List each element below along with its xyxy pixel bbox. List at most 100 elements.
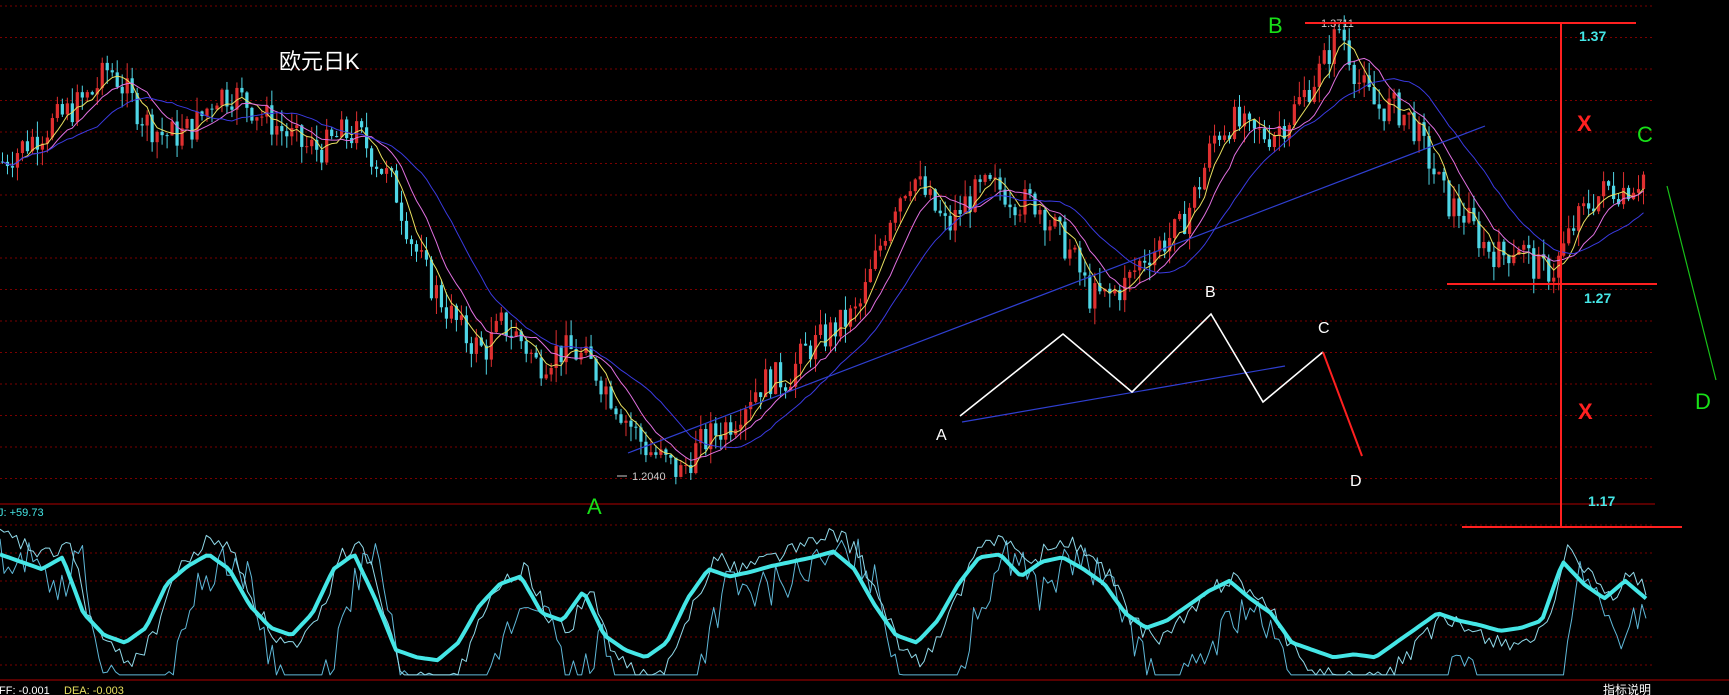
- candle-body: [379, 168, 384, 174]
- candle-body: [65, 103, 69, 115]
- candle-body: [459, 315, 463, 320]
- candle-body: [1387, 98, 1391, 122]
- candle-body: [863, 282, 867, 304]
- candle-body: [1447, 180, 1451, 217]
- candle-body: [60, 104, 64, 115]
- candle-body: [1257, 128, 1262, 130]
- candle-body: [1232, 106, 1237, 140]
- candle-body: [85, 92, 89, 98]
- candle-body: [1572, 228, 1576, 231]
- candle-body: [1073, 247, 1077, 250]
- candle-body: [624, 420, 628, 423]
- candle-body: [439, 285, 444, 308]
- candle-body: [529, 352, 533, 354]
- candle-body: [1317, 63, 1321, 87]
- candle-body: [1442, 171, 1446, 181]
- candle-body: [1427, 135, 1431, 169]
- candle-body: [1587, 203, 1591, 209]
- candle-body: [1357, 82, 1361, 85]
- candle-body: [374, 166, 379, 169]
- candle-body: [918, 176, 922, 180]
- candle-body: [1018, 214, 1022, 216]
- candle-body: [1307, 89, 1311, 102]
- candle-body: [1641, 174, 1646, 190]
- candle-body: [1272, 135, 1277, 148]
- candle-body: [1202, 167, 1207, 190]
- candle-body: [719, 435, 723, 440]
- candle-body: [913, 179, 917, 192]
- candle-body: [1143, 260, 1147, 263]
- candle-body: [679, 465, 683, 477]
- candle-body: [305, 146, 309, 148]
- candle-body: [873, 250, 877, 269]
- candle-body: [1262, 128, 1267, 140]
- indicator-help-link[interactable]: 指标说明: [1603, 682, 1651, 695]
- candle-body: [1173, 219, 1177, 238]
- candle-body: [654, 452, 658, 455]
- candle-body: [1207, 143, 1212, 168]
- candle-body: [883, 240, 887, 246]
- candle-body: [848, 308, 853, 327]
- candle-body: [1372, 87, 1376, 105]
- candle-body: [15, 153, 20, 168]
- candle-body: [90, 92, 94, 95]
- candle-body: [823, 324, 828, 347]
- candle-body: [115, 72, 119, 87]
- candle-body: [335, 136, 339, 138]
- candle-body: [629, 420, 633, 427]
- indicator-diff-value: DIFF: -0.001: [0, 685, 50, 695]
- candle-body: [754, 392, 758, 402]
- candle-body: [1467, 207, 1471, 223]
- candle-body: [1063, 221, 1067, 259]
- candle-body: [1437, 171, 1441, 175]
- candle-body: [983, 175, 987, 182]
- candle-body: [1487, 241, 1491, 252]
- candle-body: [340, 119, 344, 138]
- candle-body: [898, 198, 902, 212]
- candle-body: [798, 343, 803, 364]
- candle-body: [1247, 113, 1252, 120]
- candle-body: [1527, 244, 1531, 249]
- candle-body: [599, 380, 603, 395]
- wave-label-c: C: [1637, 122, 1653, 147]
- wave-label-d: D: [1695, 389, 1711, 414]
- candle-body: [250, 107, 254, 121]
- candle-body: [614, 408, 618, 415]
- candle-body: [1452, 198, 1456, 217]
- candle-body: [878, 245, 882, 251]
- candle-body: [1432, 168, 1436, 175]
- candle-body: [928, 189, 932, 195]
- candle-body: [185, 118, 189, 129]
- candle-body: [1083, 272, 1087, 276]
- candle-body: [559, 345, 563, 363]
- candle-body: [843, 309, 848, 327]
- candle-body: [634, 426, 638, 428]
- candle-body: [1252, 119, 1257, 129]
- candle-body: [1462, 215, 1466, 223]
- diagram-label-d: D: [1350, 473, 1362, 490]
- candle-body: [1013, 207, 1017, 216]
- level-label-127: 1.27: [1584, 290, 1611, 306]
- candle-body: [469, 343, 473, 354]
- candle-body: [275, 126, 279, 135]
- candle-body: [320, 149, 324, 163]
- candle-body: [1502, 241, 1506, 256]
- indicator-dea-value: DEA: -0.003: [64, 685, 124, 695]
- diagram-label-b: B: [1205, 284, 1216, 301]
- candle-body: [140, 124, 144, 126]
- candle-body: [110, 70, 114, 73]
- candle-body: [888, 222, 892, 241]
- candle-body: [404, 220, 409, 240]
- candle-body: [1068, 249, 1072, 259]
- candle-body: [594, 358, 598, 381]
- candle-body: [1302, 89, 1306, 98]
- low-price-label: 1.2040: [632, 471, 666, 483]
- candle-body: [414, 244, 419, 252]
- x-marker-lower: X: [1578, 399, 1593, 424]
- candle-body: [1497, 241, 1501, 268]
- candle-body: [1537, 254, 1541, 279]
- candle-body: [255, 117, 259, 121]
- candle-body: [1492, 251, 1496, 268]
- candle-body: [714, 423, 718, 436]
- candle-body: [649, 452, 653, 456]
